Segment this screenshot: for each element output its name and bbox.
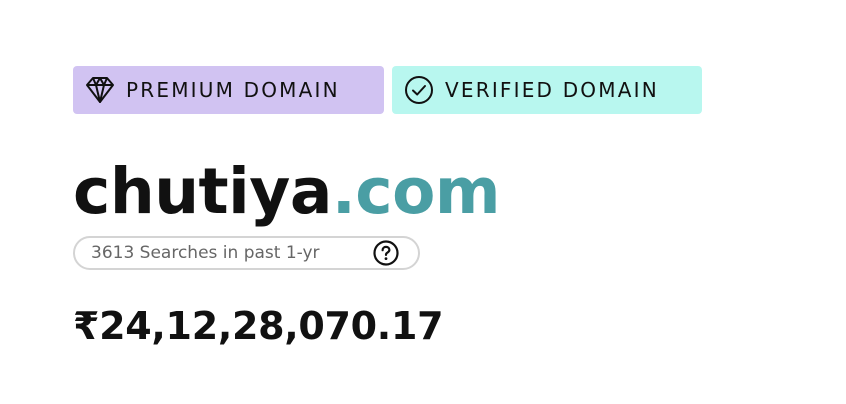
domain-price: ₹24,12,28,070.17 [73, 304, 444, 348]
domain-listing: PREMIUM DOMAIN VERIFIED DOMAIN chutiya.c… [73, 66, 833, 348]
search-count-text: 3613 Searches in past 1-yr [91, 243, 320, 263]
premium-domain-badge: PREMIUM DOMAIN [73, 66, 384, 114]
domain-title: chutiya.com [73, 156, 833, 228]
verified-domain-label: VERIFIED DOMAIN [445, 78, 659, 102]
domain-tld: .com [331, 155, 501, 228]
question-circle-icon[interactable] [372, 239, 400, 267]
check-circle-icon [402, 73, 436, 107]
search-count-pill: 3613 Searches in past 1-yr [73, 236, 420, 270]
domain-name: chutiya [73, 155, 332, 228]
verified-domain-badge: VERIFIED DOMAIN [392, 66, 702, 114]
diamond-icon [83, 73, 117, 107]
premium-domain-label: PREMIUM DOMAIN [126, 78, 340, 102]
badge-row: PREMIUM DOMAIN VERIFIED DOMAIN [73, 66, 833, 114]
